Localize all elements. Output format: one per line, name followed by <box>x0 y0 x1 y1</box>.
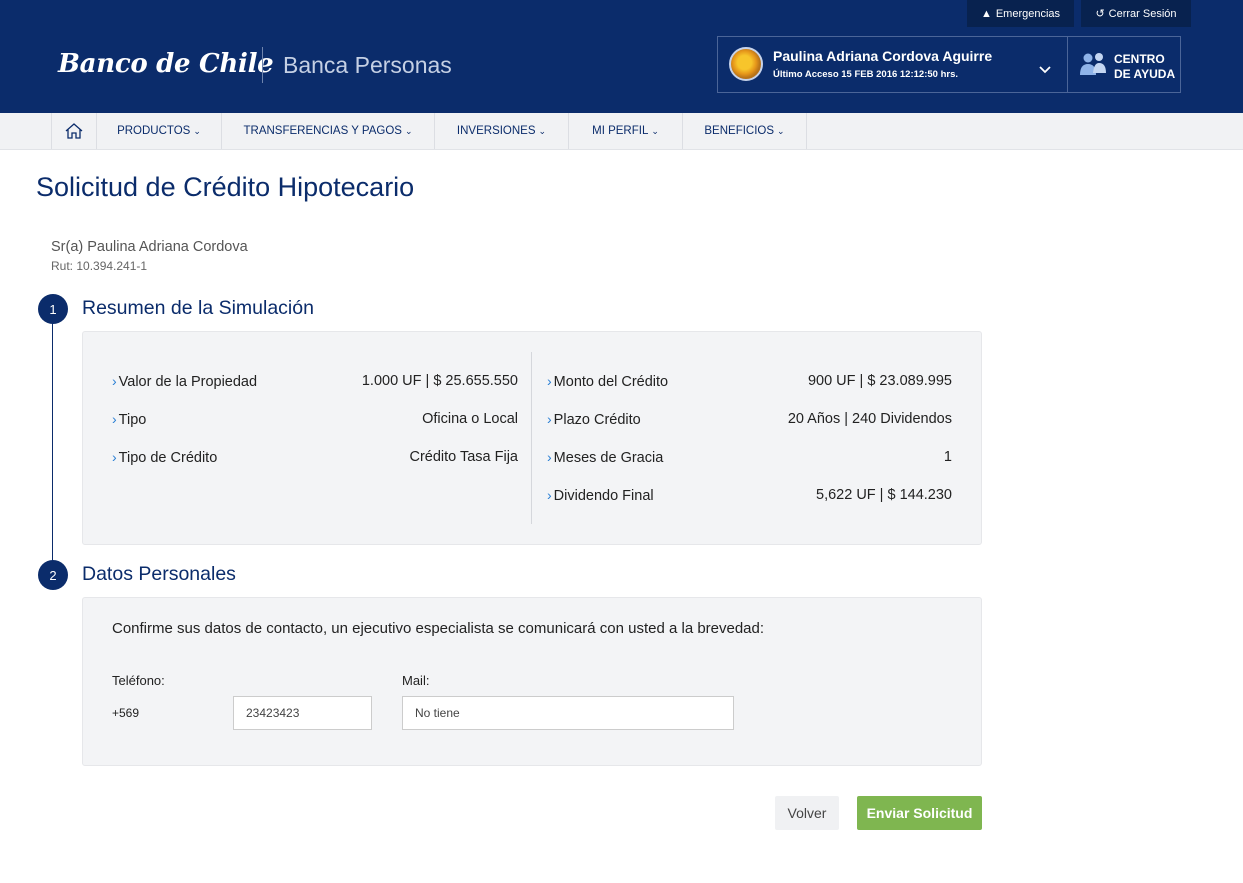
step-2-badge: 2 <box>38 560 68 590</box>
emergencias-label: Emergencias <box>995 7 1061 20</box>
simulation-summary-card: › Valor de la Propiedad 1.000 UF | $ 25.6… <box>82 331 982 545</box>
submit-request-button[interactable]: Enviar Solicitud <box>857 796 982 830</box>
phone-label: Teléfono: <box>112 673 165 688</box>
logout-icon: ↺ <box>1095 8 1105 20</box>
chevron-down-icon: ⌄ <box>651 125 659 136</box>
step-1-badge: 1 <box>38 294 68 324</box>
back-button[interactable]: Volver <box>775 796 839 830</box>
phone-prefix: +569 <box>112 706 140 720</box>
emergencias-link[interactable]: ▲ Emergencias <box>967 0 1074 27</box>
summary-row: › Valor de la Propiedad 1.000 UF | $ 25.6… <box>112 373 518 390</box>
summary-row: › Dividendo Final 5,622 UF | $ 144.230 <box>547 487 952 504</box>
main-nav: PRODUCTOS ⌄ TRANSFERENCIAS Y PAGOS ⌄ INVER… <box>0 113 1243 150</box>
logo-divider <box>262 47 263 83</box>
chevron-down-icon[interactable] <box>1038 65 1052 75</box>
phone-input[interactable]: 23423423 <box>233 696 372 730</box>
chevron-right-icon: › <box>547 487 552 503</box>
home-nav-button[interactable] <box>51 113 97 149</box>
help-center-label[interactable]: CENTRO DE AYUDA <box>1114 52 1184 82</box>
nav-productos[interactable]: PRODUCTOS ⌄ <box>97 113 222 149</box>
client-rut: Rut: 10.394.241-1 <box>51 259 148 273</box>
summary-column-divider <box>531 352 532 524</box>
chevron-right-icon: › <box>112 449 117 465</box>
personal-data-card: Confirme sus datos de contacto, un ejecu… <box>82 597 982 766</box>
user-panel[interactable]: Paulina Adriana Cordova Aguirre Último A… <box>717 36 1181 93</box>
chevron-right-icon: › <box>547 449 552 465</box>
mail-input[interactable]: No tiene <box>402 696 734 730</box>
warning-icon: ▲ <box>980 7 992 20</box>
cerrar-sesion-link[interactable]: ↺ Cerrar Sesión <box>1081 0 1191 27</box>
nav-mi-perfil[interactable]: MI PERFIL ⌄ <box>569 113 683 149</box>
steps-timeline <box>52 320 53 562</box>
chevron-right-icon: › <box>112 373 117 389</box>
chevron-right-icon: › <box>112 411 117 427</box>
summary-row: › Meses de Gracia 1 <box>547 449 952 466</box>
help-center-icon[interactable] <box>1079 51 1107 77</box>
confirm-instructions: Confirme sus datos de contacto, un ejecu… <box>112 620 765 637</box>
summary-row: › Tipo de Crédito Crédito Tasa Fija <box>112 449 518 466</box>
nav-transferencias[interactable]: TRANSFERENCIAS Y PAGOS ⌄ <box>222 113 435 149</box>
chevron-right-icon: › <box>547 411 552 427</box>
chevron-right-icon: › <box>547 373 552 389</box>
summary-row: › Tipo Oficina o Local <box>112 411 518 428</box>
user-name: Paulina Adriana Cordova Aguirre <box>773 48 993 64</box>
chevron-down-icon: ⌄ <box>193 125 201 136</box>
home-icon <box>65 123 83 139</box>
summary-row: › Monto del Crédito 900 UF | $ 23.089.995 <box>547 373 952 390</box>
client-name: Sr(a) Paulina Adriana Cordova <box>51 239 248 255</box>
top-header: ▲ Emergencias ↺ Cerrar Sesión Banco de C… <box>0 0 1243 113</box>
mail-label: Mail: <box>402 673 430 688</box>
avatar <box>729 47 763 81</box>
cerrar-sesion-label: Cerrar Sesión <box>1108 7 1177 20</box>
nav-inversiones[interactable]: INVERSIONES ⌄ <box>435 113 569 149</box>
last-access: Último Acceso 15 FEB 2016 12:12:50 hrs. <box>773 69 958 80</box>
nav-beneficios[interactable]: BENEFICIOS ⌄ <box>683 113 807 149</box>
bank-logo[interactable]: Banco de Chile <box>58 49 274 79</box>
chevron-down-icon: ⌄ <box>777 125 785 136</box>
user-panel-divider <box>1067 37 1068 92</box>
chevron-down-icon: ⌄ <box>404 125 413 136</box>
step-2-title: Datos Personales <box>82 563 236 585</box>
chevron-down-icon: ⌄ <box>538 125 547 136</box>
page-title: Solicitud de Crédito Hipotecario <box>36 172 415 202</box>
section-name: Banca Personas <box>283 52 452 78</box>
step-1-title: Resumen de la Simulación <box>82 297 314 319</box>
summary-row: › Plazo Crédito 20 Años | 240 Dividendos <box>547 411 952 428</box>
